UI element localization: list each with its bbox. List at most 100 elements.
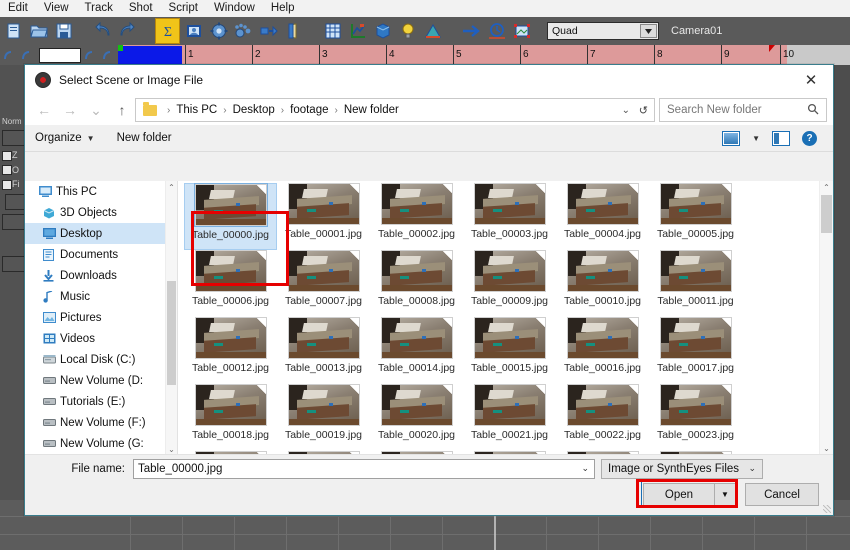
file-item[interactable]: Table_00004.jpg	[556, 183, 649, 250]
organize-button[interactable]: Organize ▼	[35, 132, 95, 144]
menu-item-help[interactable]: Help	[263, 0, 303, 17]
recent-locations-icon[interactable]: ⌄	[83, 98, 109, 122]
file-item[interactable]: Table_00022.jpg	[556, 384, 649, 451]
file-item[interactable]: Table_00009.jpg	[463, 250, 556, 317]
search-input[interactable]: Search New folder	[659, 98, 827, 122]
open-folder-icon[interactable]	[27, 19, 50, 43]
search-icon[interactable]	[807, 103, 819, 118]
menu-item-edit[interactable]: Edit	[0, 0, 36, 17]
file-item[interactable]: Table_00023.jpg	[649, 384, 742, 451]
save-disk-icon[interactable]	[52, 19, 75, 43]
nav-item-this-pc[interactable]: This PC	[25, 181, 177, 202]
graph-editor-icon[interactable]	[346, 19, 369, 43]
file-scrollbar[interactable]: ⌃ ⌄	[819, 181, 833, 455]
file-name-input[interactable]: Table_00000.jpg ⌄	[133, 459, 595, 479]
menu-item-view[interactable]: View	[36, 0, 77, 17]
viewport-mode-select[interactable]: Quad	[547, 22, 659, 40]
light-bulb-icon[interactable]	[396, 19, 419, 43]
breadcrumb[interactable]: › This PC › Desktop › footage › New fold…	[135, 98, 655, 122]
file-item[interactable]: Table_00010.jpg	[556, 250, 649, 317]
file-item[interactable]: Table_00008.jpg	[370, 250, 463, 317]
file-item[interactable]: Table_00017.jpg	[649, 317, 742, 384]
file-item[interactable]: Table_00000.jpg	[184, 183, 277, 250]
nav-item-local-disk-c[interactable]: Local Disk (C:)	[25, 349, 177, 370]
menu-item-shot[interactable]: Shot	[121, 0, 161, 17]
file-item[interactable]: Table_00001.jpg	[277, 183, 370, 250]
nav-item-new-volume-f[interactable]: New Volume (F:)	[25, 412, 177, 433]
chevron-down-icon[interactable]	[640, 24, 657, 38]
file-item[interactable]: Table_00014.jpg	[370, 317, 463, 384]
forward-icon[interactable]: →	[57, 98, 83, 122]
resize-grip[interactable]	[823, 505, 831, 513]
preview-pane-icon[interactable]	[772, 130, 790, 146]
file-item[interactable]: Table_00013.jpg	[277, 317, 370, 384]
mesh-blue-icon[interactable]	[257, 19, 280, 43]
spreadsheet-icon[interactable]	[321, 19, 344, 43]
nav-item-pictures[interactable]: Pictures	[25, 307, 177, 328]
timeline-track[interactable]	[118, 45, 850, 65]
cancel-button[interactable]: Cancel	[745, 483, 819, 506]
nav-scroll-thumb[interactable]	[167, 281, 176, 385]
playback-icon-4[interactable]	[101, 48, 117, 62]
close-icon[interactable]: ✕	[789, 65, 833, 95]
chevron-down-icon[interactable]: ▼	[752, 134, 760, 143]
redo-icon[interactable]	[116, 19, 139, 43]
camera-person-icon[interactable]	[182, 19, 205, 43]
nav-item-documents[interactable]: Documents	[25, 244, 177, 265]
file-item[interactable]: Table_00019.jpg	[277, 384, 370, 451]
checkbox-icon[interactable]	[2, 165, 12, 176]
nav-item-music[interactable]: Music	[25, 286, 177, 307]
file-list-pane[interactable]: Table_00000.jpg Table_00001.jpg Table_0000…	[178, 181, 833, 455]
undo-icon[interactable]	[91, 19, 114, 43]
file-item[interactable]: Table_00011.jpg	[649, 250, 742, 317]
checkbox-icon[interactable]	[2, 150, 12, 161]
refresh-icon[interactable]: ↺	[639, 104, 648, 117]
new-file-icon[interactable]	[2, 19, 25, 43]
scroll-up-icon[interactable]: ⌃	[820, 181, 833, 194]
chevron-down-icon[interactable]: ⌄	[581, 463, 589, 474]
breadcrumb-item-footage[interactable]: footage	[288, 104, 330, 116]
nav-item-downloads[interactable]: Downloads	[25, 265, 177, 286]
playback-icon-1[interactable]	[2, 48, 18, 62]
up-icon[interactable]: ↑	[109, 98, 135, 122]
breadcrumb-item-this-pc[interactable]: This PC	[174, 104, 219, 116]
file-item[interactable]: Table_00015.jpg	[463, 317, 556, 384]
file-item[interactable]: Table_00002.jpg	[370, 183, 463, 250]
playback-icon-3[interactable]	[83, 48, 99, 62]
back-icon[interactable]: ←	[31, 98, 57, 122]
file-item[interactable]: Table_00007.jpg	[277, 250, 370, 317]
menu-item-track[interactable]: Track	[77, 0, 121, 17]
playback-icon-2[interactable]	[20, 48, 36, 62]
breadcrumb-item-new-folder[interactable]: New folder	[342, 104, 401, 116]
menu-item-script[interactable]: Script	[161, 0, 206, 17]
nav-item-videos[interactable]: Videos	[25, 328, 177, 349]
image-prep-icon[interactable]	[510, 19, 533, 43]
scroll-up-icon[interactable]: ⌃	[166, 181, 177, 193]
nav-item-tutorials-e[interactable]: Tutorials (E:)	[25, 391, 177, 412]
summary-sigma-icon[interactable]: Σ	[155, 18, 180, 44]
breadcrumb-item-desktop[interactable]: Desktop	[231, 104, 277, 116]
left-panel-field[interactable]	[2, 130, 26, 146]
file-item[interactable]: Table_00006.jpg	[184, 250, 277, 317]
left-panel-button-3[interactable]	[2, 255, 26, 272]
settings-gear-icon[interactable]	[207, 19, 230, 43]
nav-item-new-volume-d[interactable]: New Volume (D:	[25, 370, 177, 391]
timing-clock-icon[interactable]	[485, 19, 508, 43]
nav-item-desktop[interactable]: Desktop	[25, 223, 177, 244]
file-item[interactable]: Table_00005.jpg	[649, 183, 742, 250]
file-type-select[interactable]: Image or SynthEyes Files ⌄	[601, 459, 763, 479]
chevron-down-icon[interactable]: ⌄	[748, 463, 756, 474]
file-item[interactable]: Table_00012.jpg	[184, 317, 277, 384]
view-layout-icon[interactable]	[722, 130, 741, 146]
file-item[interactable]: Table_00020.jpg	[370, 384, 463, 451]
new-folder-button[interactable]: New folder	[117, 132, 172, 144]
chevron-down-icon[interactable]: ⌄	[622, 105, 630, 116]
box-3d-icon[interactable]	[371, 19, 394, 43]
file-item[interactable]: Table_00021.jpg	[463, 384, 556, 451]
lens-icon[interactable]	[282, 19, 305, 43]
file-item[interactable]: Table_00018.jpg	[184, 384, 277, 451]
file-scroll-thumb[interactable]	[821, 195, 832, 233]
tracker-paws-icon[interactable]	[232, 19, 255, 43]
file-item[interactable]: Table_00016.jpg	[556, 317, 649, 384]
frame-number-input[interactable]	[39, 47, 81, 63]
